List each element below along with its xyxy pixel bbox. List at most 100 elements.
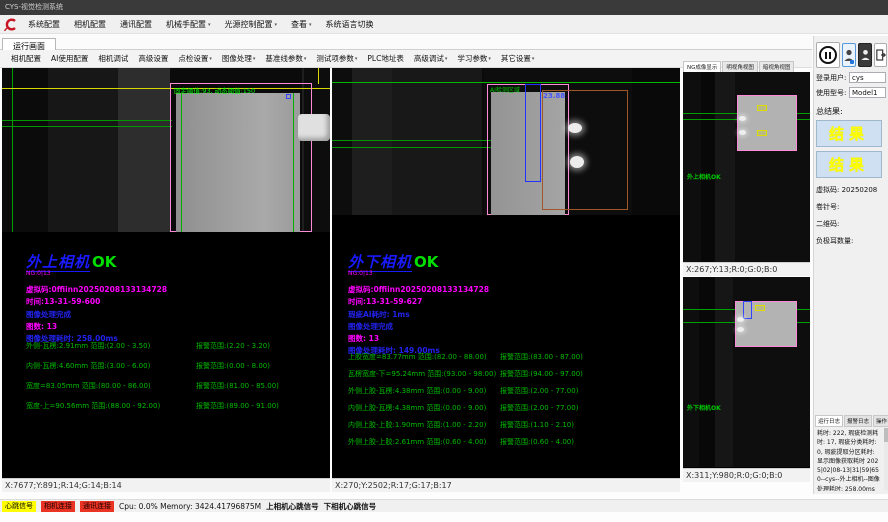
measurement-value: 内侧-瓦楞:4.60mm 范围:(3.00 - 6.00)	[26, 362, 150, 370]
tab-run-log[interactable]: 运行日志	[815, 415, 843, 427]
sidebar-button-row	[816, 42, 887, 68]
menu-item-language-switch[interactable]: 系统语言切换	[319, 15, 381, 34]
defect-roi-rect-orange	[542, 90, 628, 210]
login-user-button[interactable]	[842, 43, 857, 67]
title-bar: CYS-视觉检测系统	[0, 0, 888, 15]
measurement-row: 外侧上胶-上胶:2.61mm 范围:(0.60 - 4.00) 报警范围:(0.6…	[348, 434, 676, 451]
comm-connection-badge: 通讯连接	[80, 501, 114, 512]
time-line: 时间:13-31-59-600	[26, 296, 326, 308]
measurement-value: 外侧上胶-上胶:2.61mm 范围:(0.60 - 4.00)	[348, 438, 486, 446]
yellow-label-mark	[757, 105, 767, 111]
tool-advanced-settings[interactable]: 高级设置	[133, 53, 173, 64]
model-field[interactable]: Model1	[849, 87, 886, 98]
tab-bright-view[interactable]: 明视角视图	[722, 61, 758, 72]
measurement-row: 内侧上胶-上胶:1.90mm 范围:(1.00 - 2.20)报警范围:(1.1…	[348, 417, 676, 434]
highlight-blob	[568, 123, 582, 133]
virtual-code-line: 虚拟码:0ffiinn20250208133134728	[348, 284, 676, 296]
frame-count-line: 图数: 13	[348, 333, 676, 345]
tool-baseline-params[interactable]: 基准线参数	[260, 53, 311, 64]
measurement-value: 外侧-瓦楞:2.91mm 范围:(2.00 - 3.50)	[26, 342, 150, 350]
info-lines: 虚拟码:0ffiinn20250208133134728 时间:13-31-59…	[348, 284, 676, 358]
measurement-value: 宽度=83.05mm 范围:(80.00 - 86.00)	[26, 382, 151, 390]
green-edge-vline-left	[12, 68, 13, 232]
frame-count-line: 图数: 13	[26, 321, 326, 333]
tab-dark-view[interactable]: 暗视角视图	[759, 61, 795, 72]
tool-image-processing[interactable]: 图像处理	[217, 53, 261, 64]
app-logo-icon	[3, 17, 17, 31]
part-surface	[176, 93, 300, 232]
tab-alarm-log[interactable]: 报警日志	[844, 415, 872, 427]
tab-ng-display[interactable]: NG成像显示	[683, 61, 721, 72]
machine-background-stripe	[352, 68, 392, 215]
pixel-info-bar: X:267;Y:13;R:0;G:0;B:0	[683, 262, 810, 276]
menu-item-camera-config[interactable]: 相机配置	[67, 15, 113, 34]
log-scrollbar[interactable]	[884, 428, 888, 490]
measurement-row: 宽度-上=90.56mm 范围:(88.00 - 92.00)报警范围:(89.…	[26, 396, 326, 416]
camera-result-title: 外上相机OK	[26, 254, 326, 270]
log-scrollbar-thumb[interactable]	[884, 428, 888, 442]
negative-tab-count-label: 负极耳数量:	[816, 236, 886, 246]
tool-camera-debug[interactable]: 相机调试	[93, 53, 133, 64]
measurement-row: 内侧-瓦楞:4.60mm 范围:(3.00 - 6.00)报警范围:(0.00 …	[26, 356, 326, 376]
alarm-range: 报警范围:(89.00 - 91.00)	[196, 396, 279, 416]
operator-button[interactable]	[858, 43, 872, 67]
ng-image-lower[interactable]: 外下相机OK	[683, 277, 810, 467]
measurement-row: 上胶宽度=83.77mm 范围:(82.00 - 88.00)报警范围:(83.…	[348, 349, 676, 366]
tool-ai-usage-config[interactable]: AI使用配置	[46, 53, 93, 64]
tool-advanced-debug[interactable]: 高级调试	[409, 53, 453, 64]
menu-item-comm-config[interactable]: 通讯配置	[113, 15, 159, 34]
ng-result-label: 外下相机OK	[687, 403, 721, 412]
measurement-value: 内侧上胶-上胶:1.90mm 范围:(1.00 - 2.20)	[348, 421, 486, 429]
camera-view-outer-upper: 固定阈值:93, 动态阈值:150 外上相机OK NG:0|13 虚拟码:0ff…	[2, 68, 330, 492]
measurement-list: 外侧-瓦楞:2.91mm 范围:(2.00 - 3.50) 报警范围:(2.20 …	[26, 336, 326, 416]
measurement-row: 瓦楞宽度-下=95.24mm 范围:(93.00 - 98.00) 报警范围:(9…	[348, 366, 676, 383]
tool-other-settings[interactable]: 其它设置	[496, 53, 540, 64]
camera-image-outer-upper[interactable]: 固定阈值:93, 动态阈值:150	[2, 68, 330, 232]
tool-plc-address-table[interactable]: PLC地址表	[362, 53, 408, 64]
measurement-value: 上胶宽度=83.77mm 范围:(82.00 - 88.00)	[348, 353, 487, 361]
measurement-value: 外侧上胶-瓦楞:4.38mm 范围:(0.00 - 9.00)	[348, 387, 486, 395]
yellow-label-mark	[755, 305, 765, 311]
tab-operation-log[interactable]: 操作日志	[873, 415, 888, 427]
green-measure-hline-1	[332, 140, 492, 141]
ng-image-upper[interactable]: 外上相机OK	[683, 72, 810, 262]
result-block: 外上相机OK NG:0|13 虚拟码:0ffiinn20250208133134…	[26, 254, 326, 345]
menu-item-light-control-config[interactable]: 光源控制配置	[218, 15, 285, 34]
machine-background-stripe	[48, 68, 118, 232]
measure-value-overlay-label: 23.88	[543, 92, 565, 100]
virtual-code-label: 虚拟码:	[816, 186, 839, 194]
exit-button[interactable]	[874, 43, 887, 67]
tool-learning-params[interactable]: 学习参数	[452, 53, 496, 64]
ai-roi-rect-blue	[525, 84, 541, 182]
menu-item-system-config[interactable]: 系统配置	[21, 15, 67, 34]
heartbeat-badge: 心跳信号	[2, 501, 36, 512]
qr-code-label: 二维码:	[816, 219, 886, 229]
tool-camera-config[interactable]: 相机配置	[6, 53, 46, 64]
virtual-code-line: 虚拟码:0ffiinn20250208133134728	[26, 284, 326, 296]
menu-item-view[interactable]: 查看	[284, 15, 319, 34]
green-measure-hline-1	[2, 120, 172, 121]
measurement-row: 宽度=83.05mm 范围:(80.00 - 86.00)报警范围:(81.00…	[26, 376, 326, 396]
menu-item-robot-config[interactable]: 机械手配置	[159, 15, 218, 34]
alarm-range: 报警范围:(94.00 - 97.00)	[500, 366, 583, 383]
cpu-memory-text: Cpu: 0.0% Memory: 3424.41796875M	[119, 502, 261, 511]
yellow-label-mark	[757, 130, 767, 136]
ai-roi-rect-blue	[743, 301, 752, 319]
alarm-range: 报警范围:(2.20 - 3.20)	[196, 336, 270, 356]
alarm-range: 报警范围:(2.00 - 77.00)	[500, 383, 578, 400]
tool-test-item-params[interactable]: 测试项参数	[311, 53, 362, 64]
login-user-field[interactable]: cys	[849, 72, 886, 83]
highlight-blob	[739, 130, 746, 135]
time-line: 时间:13-31-59-627	[348, 296, 676, 308]
result-ok-label: OK	[92, 253, 116, 271]
measurement-value: 瓦楞宽度-下=95.24mm 范围:(93.00 - 98.00)	[348, 370, 496, 378]
part-surface	[737, 95, 797, 151]
camera-connection-badge: 相机连接	[41, 501, 75, 512]
machine-background-stripe	[701, 72, 715, 262]
measurement-row: 内侧上胶-瓦楞:4.38mm 范围:(0.00 - 9.00)报警范围:(2.0…	[348, 400, 676, 417]
alarm-range: 报警范围:(0.60 - 4.00)	[500, 434, 574, 451]
pause-button[interactable]	[816, 42, 840, 68]
tool-spot-check-settings[interactable]: 点检设置	[173, 53, 217, 64]
upper-camera-heartbeat-text: 上相机心跳信号	[266, 501, 319, 512]
camera-image-outer-lower[interactable]: AI检测区域 23.88	[332, 68, 680, 215]
